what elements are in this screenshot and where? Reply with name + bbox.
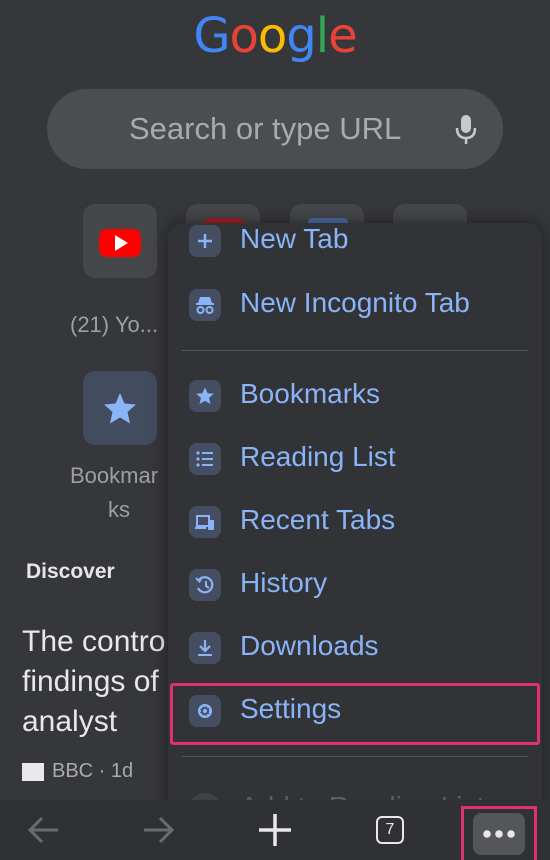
menu-item-label: Downloads xyxy=(240,630,379,661)
logo-letter: g xyxy=(286,8,316,64)
bookmarks-tile[interactable] xyxy=(83,371,157,445)
menu-divider xyxy=(182,350,528,351)
article-source: BBC · 1d xyxy=(22,760,133,783)
menu-divider xyxy=(182,756,528,757)
logo-letter: o xyxy=(229,8,259,64)
menu-item-label: History xyxy=(240,567,328,598)
new-tab-plus-icon[interactable] xyxy=(256,810,294,850)
logo-letter: e xyxy=(328,8,358,64)
list-icon xyxy=(189,443,221,475)
settings-highlight xyxy=(170,683,540,745)
star-icon xyxy=(104,393,136,424)
search-bar[interactable]: Search or type URL xyxy=(47,89,503,169)
youtube-icon xyxy=(99,229,141,257)
menu-item-reading-list[interactable]: Reading List xyxy=(168,433,542,485)
menu-item-new-incognito-tab[interactable]: New Incognito Tab xyxy=(168,279,542,331)
bbc-logo-icon xyxy=(22,762,44,781)
menu-item-downloads[interactable]: Downloads xyxy=(168,622,542,674)
incognito-icon xyxy=(189,289,221,321)
menu-item-history[interactable]: History xyxy=(168,559,542,611)
logo-letter: o xyxy=(257,8,287,64)
menu-item-bookmarks[interactable]: Bookmarks xyxy=(168,370,542,422)
article-card[interactable]: The contro findings of analyst xyxy=(22,622,165,742)
menu-item-label: New Incognito Tab xyxy=(240,287,470,318)
menu-item-label: Bookmarks xyxy=(240,378,381,409)
shortcut-label: (21) Yo... xyxy=(70,312,159,337)
download-icon xyxy=(189,632,221,664)
article-title-line: The contro xyxy=(22,625,166,658)
discover-heading: Discover xyxy=(26,560,115,583)
logo-letter: G xyxy=(193,8,230,64)
history-icon xyxy=(189,569,221,601)
overflow-menu: New Tab New Incognito Tab Bookmarks Read… xyxy=(168,223,542,860)
star-icon xyxy=(189,380,221,412)
article-title-line: analyst xyxy=(22,705,118,738)
logo-letter: l xyxy=(315,8,329,64)
google-logo: Google xyxy=(0,8,550,64)
article-title-line: findings of xyxy=(22,665,159,698)
devices-icon xyxy=(189,506,221,538)
menu-item-label: Reading List xyxy=(240,441,396,472)
back-arrow-icon[interactable] xyxy=(24,810,62,850)
menu-item-label: Recent Tabs xyxy=(240,504,396,535)
bookmarks-tile-label-2: ks xyxy=(108,497,130,522)
shortcut-tile-youtube[interactable] xyxy=(83,204,157,278)
bookmarks-tile-label: Bookmar xyxy=(70,463,159,488)
more-button-highlight xyxy=(461,806,537,860)
plus-icon xyxy=(189,225,221,257)
forward-arrow-icon[interactable] xyxy=(140,810,178,850)
search-placeholder: Search or type URL xyxy=(129,111,402,146)
microphone-icon[interactable] xyxy=(451,111,481,147)
menu-item-new-tab[interactable]: New Tab xyxy=(168,215,542,267)
more-menu-button[interactable] xyxy=(473,813,525,855)
tab-switcher-button[interactable]: 7 xyxy=(376,816,404,844)
menu-item-recent-tabs[interactable]: Recent Tabs xyxy=(168,496,542,548)
ellipsis-icon xyxy=(483,830,515,838)
article-source-text: BBC · 1d xyxy=(52,760,134,782)
menu-item-label: New Tab xyxy=(240,223,349,254)
